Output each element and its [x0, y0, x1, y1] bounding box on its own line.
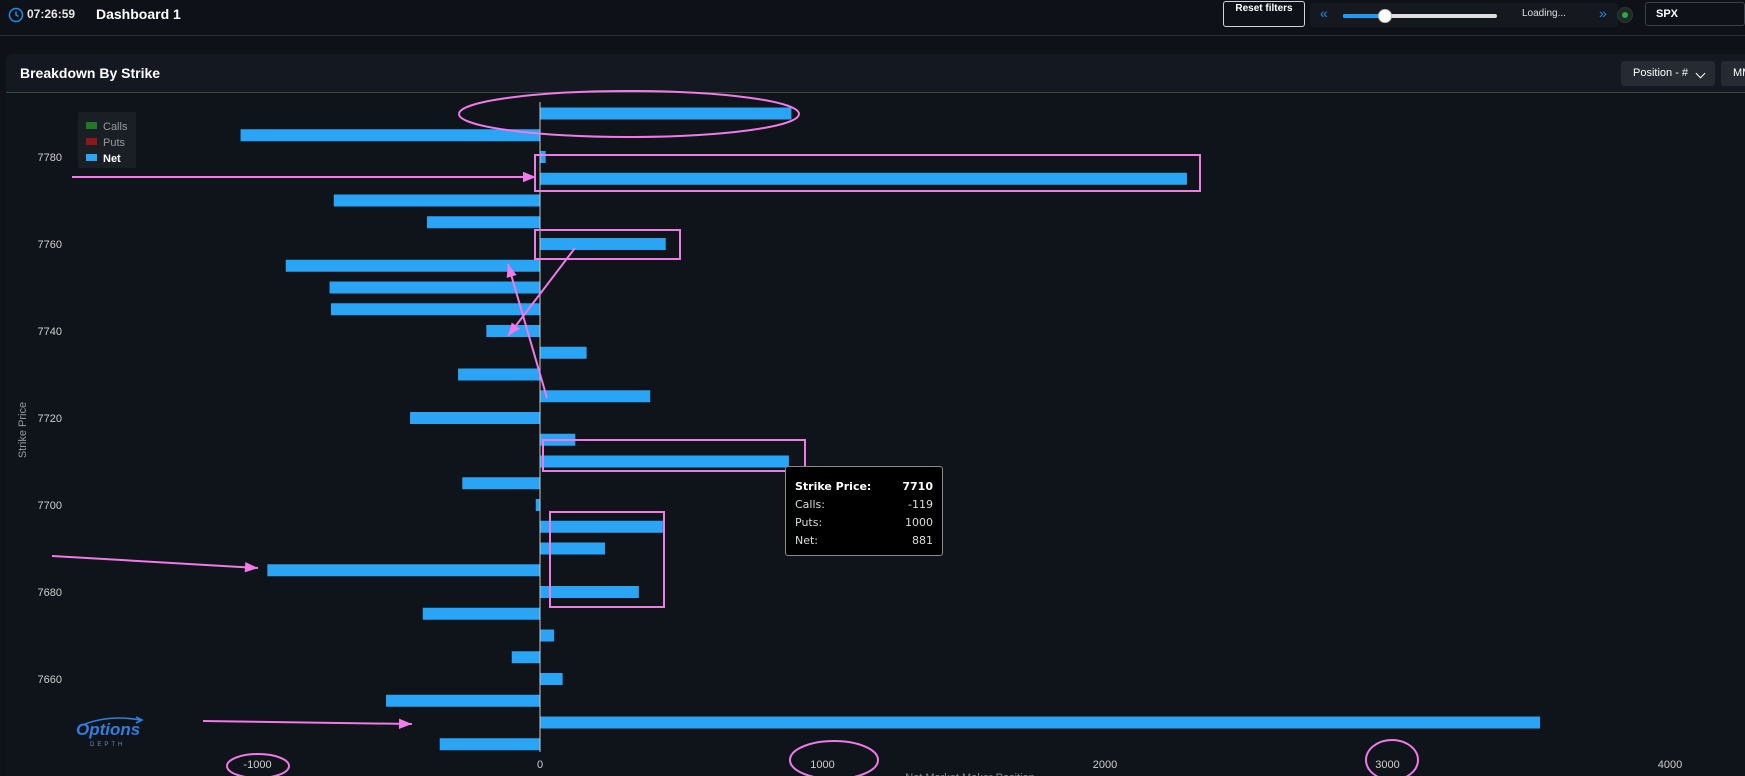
net-bar-7685[interactable] — [267, 564, 540, 577]
y-tick-7740: 7740 — [38, 326, 62, 338]
net-bar-7775[interactable] — [540, 172, 1187, 185]
net-bar-7710[interactable] — [540, 455, 789, 468]
net-bar-7695[interactable] — [540, 520, 663, 533]
net-bar-7725[interactable] — [540, 390, 651, 403]
tooltip-row-puts: Puts: 1000 — [795, 516, 933, 530]
y-tick-7780: 7780 — [38, 152, 62, 164]
legend-swatch-net — [86, 154, 97, 161]
net-bar-7700[interactable] — [535, 499, 540, 511]
net-bar-7780[interactable] — [540, 151, 546, 163]
legend-swatch-calls — [86, 122, 97, 129]
net-bar-7655[interactable] — [386, 694, 540, 707]
options-depth-logo: Options DEPTH — [76, 716, 148, 750]
x-tick-3000: 3000 — [1375, 759, 1399, 771]
net-bar-7680[interactable] — [540, 586, 639, 598]
y-tick-7760: 7760 — [38, 239, 62, 251]
legend-item-puts[interactable]: Puts — [86, 137, 125, 149]
y-tick-7720: 7720 — [38, 413, 62, 425]
x-axis-title: Net Market Maker Position — [905, 772, 1035, 776]
net-bar-7660[interactable] — [540, 673, 563, 685]
tooltip-label: Strike Price: — [795, 480, 872, 493]
net-bar-7650[interactable] — [540, 716, 1541, 729]
net-bar-7675[interactable] — [422, 607, 540, 620]
tooltip-row-net: Net: 881 — [795, 534, 933, 548]
net-bar-7645[interactable] — [439, 738, 540, 751]
net-bar-7720[interactable] — [410, 412, 540, 424]
net-bar-7730[interactable] — [458, 368, 540, 381]
tooltip-value: 7710 — [902, 480, 933, 493]
legend-label-net: Net — [103, 153, 121, 165]
chart-legend: Calls Puts Net — [78, 112, 136, 168]
net-bar-7755[interactable] — [285, 259, 540, 272]
y-tick-7660: 7660 — [38, 674, 62, 686]
legend-swatch-puts — [86, 138, 97, 145]
y-axis-title: Strike Price — [17, 402, 29, 458]
annotation-arrow-7650-head — [398, 718, 412, 730]
net-bar-7745[interactable] — [330, 303, 540, 316]
net-bar-7665[interactable] — [511, 651, 540, 664]
net-bar-7670[interactable] — [540, 629, 555, 642]
tooltip-value: 1000 — [905, 516, 933, 529]
legend-label-puts: Puts — [103, 137, 126, 149]
net-bar-7735[interactable] — [540, 346, 587, 359]
x-tick-0: 0 — [537, 759, 543, 771]
annotation-arrow-7650 — [202, 720, 413, 725]
annotation-arrow-7685-head — [244, 562, 258, 573]
legend-label-calls: Calls — [103, 121, 128, 133]
x-tick-4000: 4000 — [1658, 759, 1682, 771]
tooltip-label: Calls: — [795, 498, 825, 511]
net-bar-7785[interactable] — [240, 129, 541, 142]
y-tick-7680: 7680 — [38, 587, 62, 599]
strike-bar-chart[interactable]: 7660 7680 7700 7720 7740 7760 7780 -1000 0 1000 20… — [0, 0, 1745, 776]
net-bar-7790[interactable] — [540, 107, 792, 120]
x-tick--1000: -1000 — [243, 759, 271, 771]
x-tick-1000: 1000 — [810, 759, 834, 771]
logo-wordmark: Options — [76, 720, 141, 739]
tooltip-row-strike: Strike Price: 7710 — [795, 480, 933, 494]
tooltip-value: -119 — [908, 498, 933, 511]
net-bar-7770[interactable] — [333, 194, 540, 207]
net-bar-7750[interactable] — [329, 281, 540, 294]
net-bar-7760[interactable] — [540, 238, 666, 250]
net-bar-7765[interactable] — [427, 216, 540, 229]
legend-item-calls[interactable]: Calls — [86, 121, 127, 133]
annotation-arrow-7685 — [51, 555, 259, 569]
logo-subtitle: DEPTH — [90, 742, 126, 748]
chart-tooltip: Strike Price: 7710 Calls: -119 Puts: 100… — [785, 466, 943, 556]
legend-item-net[interactable]: Net — [86, 153, 121, 165]
tooltip-label: Net: — [795, 534, 819, 547]
net-bar-7705[interactable] — [462, 477, 540, 490]
y-tick-7700: 7700 — [38, 500, 62, 512]
x-tick-2000: 2000 — [1093, 759, 1117, 771]
tooltip-label: Puts: — [795, 516, 823, 529]
tooltip-value: 881 — [912, 534, 933, 547]
tooltip-row-calls: Calls: -119 — [795, 498, 933, 512]
